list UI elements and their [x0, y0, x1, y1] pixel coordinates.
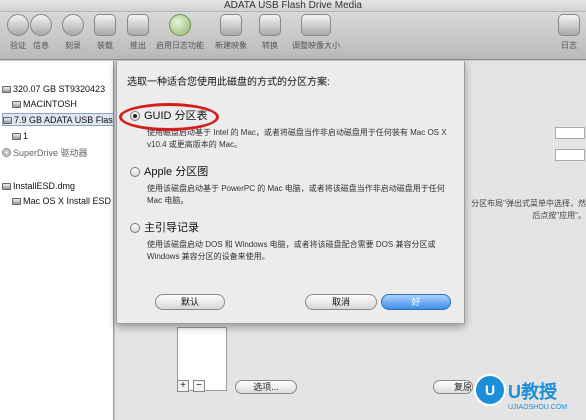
option-apple-desc: 使用该磁盘启动基于 PowerPC 的 Mac 电脑，或者将该磁盘当作非启动磁盘…: [147, 184, 445, 205]
convert-icon: [259, 14, 281, 36]
ok-button[interactable]: 好: [381, 294, 451, 310]
guid-highlight-ring: [119, 103, 219, 131]
mbr-radio[interactable]: [130, 223, 140, 233]
toolbar: 验证 信息 刻录 装载 推出 启用日志功能 新建映象 转换 调整映像大小 日志: [0, 12, 586, 60]
option-apple-partition-map[interactable]: Apple 分区图 使用该磁盘启动基于 PowerPC 的 Mac 电脑，或者将…: [130, 165, 455, 207]
watermark-logo-icon: U: [474, 374, 506, 406]
partition-scheme-sheet: 选取一种适合您使用此磁盘的方式的分区方案: GUID 分区表 使用磁盘启动基于 …: [116, 61, 465, 324]
sidebar-item-macintosh[interactable]: MACINTOSH: [12, 98, 110, 111]
journaling-button[interactable]: 启用日志功能: [155, 14, 205, 58]
burn-icon: [62, 14, 84, 36]
hard-drive-icon: [2, 86, 11, 93]
new-image-button[interactable]: 新建映象: [209, 14, 253, 58]
burn-button[interactable]: 刻录: [55, 14, 91, 58]
sidebar-item-usb-drive[interactable]: 7.9 GB ADATA USB Flash: [2, 113, 114, 126]
volume-icon: [12, 198, 21, 205]
disk-image-icon: [2, 183, 11, 190]
option-apple-title[interactable]: Apple 分区图: [130, 165, 455, 179]
option-mbr-title[interactable]: 主引导记录: [130, 221, 455, 235]
volume-name-field[interactable]: [555, 127, 585, 139]
log-button[interactable]: 日志: [552, 14, 586, 58]
sidebar-item-install-esd[interactable]: Mac OS X Install ESD: [12, 195, 114, 208]
new-image-icon: [220, 14, 242, 36]
device-sidebar: 320.07 GB ST9320423 MACINTOSH 7.9 GB ADA…: [0, 61, 114, 420]
mount-button[interactable]: 装载: [87, 14, 123, 58]
cancel-button[interactable]: 取消: [305, 294, 377, 310]
info-icon: [30, 14, 52, 36]
option-master-boot-record[interactable]: 主引导记录 使用该磁盘启动 DOS 和 Windows 电脑，或者将该磁盘配合需…: [130, 221, 455, 263]
window-title: ADATA USB Flash Drive Media: [223, 0, 362, 11]
usb-drive-icon: [3, 117, 12, 124]
eject-button[interactable]: 推出: [120, 14, 156, 58]
log-icon: [558, 14, 580, 36]
default-button[interactable]: 默认: [155, 294, 225, 310]
restore-button[interactable]: 复原: [433, 380, 473, 394]
mount-icon: [94, 14, 116, 36]
sidebar-item-volume-1[interactable]: 1: [12, 130, 110, 143]
resize-image-button[interactable]: 调整映像大小: [289, 14, 343, 58]
journaling-icon: [169, 14, 191, 36]
volume-icon: [12, 133, 21, 140]
sidebar-item-superdrive[interactable]: SuperDrive 驱动器: [2, 147, 112, 160]
volume-format-select[interactable]: [555, 149, 585, 161]
options-button[interactable]: 选项...: [235, 380, 297, 394]
apple-radio[interactable]: [130, 167, 140, 177]
watermark-url: UJIAOSHOU.COM: [508, 404, 568, 411]
eject-icon: [127, 14, 149, 36]
watermark-title: U教授: [508, 382, 557, 402]
sidebar-item-internal-drive[interactable]: 320.07 GB ST9320423: [2, 83, 112, 96]
info-button[interactable]: 信息: [23, 14, 59, 58]
sidebar-item-disk-image[interactable]: InstallESD.dmg: [2, 180, 112, 193]
remove-partition-button[interactable]: −: [193, 380, 205, 392]
volume-icon: [12, 101, 21, 108]
site-watermark: U U教授 UJIAOSHOU.COM: [474, 374, 586, 420]
title-bar: ADATA USB Flash Drive Media: [0, 0, 586, 12]
option-mbr-desc: 使用该磁盘启动 DOS 和 Windows 电脑，或者将该磁盘配合需要 DOS …: [147, 240, 436, 261]
sheet-prompt: 选取一种适合您使用此磁盘的方式的分区方案:: [127, 77, 330, 88]
partition-help-text: 分区布局"弹出式菜单中选择，然后点按"应用"。: [471, 199, 586, 220]
convert-button[interactable]: 转换: [252, 14, 288, 58]
optical-disc-icon: [2, 148, 11, 157]
resize-image-icon: [301, 14, 331, 36]
add-partition-button[interactable]: +: [177, 380, 189, 392]
